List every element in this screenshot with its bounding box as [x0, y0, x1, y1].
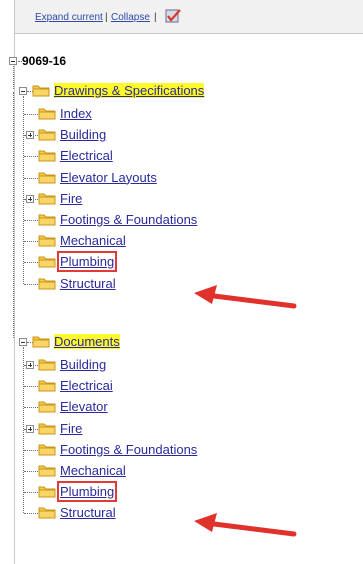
folder-icon — [38, 193, 56, 205]
folder-icon — [32, 85, 50, 97]
tree-item-label[interactable]: Plumbing — [56, 251, 118, 273]
tree-connector — [24, 283, 38, 286]
tree-item-label[interactable]: Fire — [60, 421, 82, 436]
tree-connector — [24, 114, 38, 116]
folder-icon — [38, 256, 56, 268]
tree-item-label[interactable]: Electricai — [60, 378, 113, 393]
tree-item-label[interactable]: Structural — [60, 276, 116, 291]
expand-toggle-icon[interactable] — [26, 361, 34, 369]
tree-connector — [24, 386, 38, 388]
folder-icon — [38, 172, 56, 184]
tree-connector — [13, 66, 15, 89]
tree-connector — [18, 61, 22, 63]
folder-icon — [38, 465, 56, 477]
folder-tree: 9069-16 Drawings & Specifications Index Bui… — [9, 0, 363, 564]
expand-toggle-icon[interactable] — [26, 131, 34, 140]
tree-item-label[interactable]: Building — [60, 127, 106, 142]
folder-icon — [38, 235, 56, 247]
tree-item-label[interactable]: Mechanical — [60, 233, 126, 248]
tree-connector — [24, 156, 38, 158]
folder-icon — [38, 278, 56, 290]
folder-icon — [38, 129, 56, 141]
tree-group-label[interactable]: Documents — [54, 334, 120, 349]
folder-icon — [38, 108, 56, 120]
tree-root-label[interactable]: 9069-16 — [22, 54, 66, 68]
folder-icon — [38, 444, 56, 456]
folder-icon — [32, 336, 50, 348]
annotation-arrow-icon — [194, 285, 297, 309]
folder-icon — [38, 507, 56, 519]
folder-icon — [38, 380, 56, 392]
tree-item-label[interactable]: Footings & Foundations — [60, 212, 197, 227]
collapse-toggle-icon[interactable] — [19, 338, 27, 346]
tree-item-label[interactable]: Building — [60, 357, 106, 372]
folder-icon — [38, 401, 56, 413]
tree-item-label[interactable]: Elevator — [60, 399, 108, 414]
tree-item-label[interactable]: Footings & Foundations — [60, 442, 197, 457]
tree-panel: Expand current | Collapse | 9069-16 Drawi… — [9, 0, 363, 564]
tree-connector — [24, 262, 38, 264]
tree-connector — [24, 407, 38, 409]
tree-item-label[interactable]: Mechanical — [60, 463, 126, 478]
tree-item-label[interactable]: Structural — [60, 505, 116, 520]
gutter-marker: : — [12, 225, 15, 234]
collapse-toggle-icon[interactable] — [9, 57, 17, 65]
tree-group-label[interactable]: Drawings & Specifications — [54, 83, 205, 98]
tree-item-label[interactable]: Plumbing — [56, 481, 118, 503]
tree-connector — [24, 471, 38, 473]
collapse-toggle-icon[interactable] — [19, 87, 27, 95]
tree-connector — [13, 92, 15, 338]
tree-connector — [24, 492, 38, 494]
tree-connector — [23, 96, 25, 284]
tree-item-label[interactable]: Elevator Layouts — [60, 170, 157, 185]
tree-connector — [24, 449, 38, 452]
folder-icon — [38, 486, 56, 498]
folder-icon — [38, 150, 56, 162]
tree-connector — [24, 220, 38, 222]
expand-toggle-icon[interactable] — [26, 424, 34, 433]
folder-icon — [38, 359, 56, 371]
tree-item-label[interactable]: Electrical — [60, 148, 113, 163]
tree-connector — [24, 241, 38, 243]
tree-connector — [24, 513, 38, 515]
folder-icon — [38, 423, 56, 435]
tree-item-label[interactable]: Fire — [60, 191, 82, 206]
tree-item-label[interactable]: Index — [60, 106, 92, 121]
folder-icon — [38, 214, 56, 226]
expand-toggle-icon[interactable] — [26, 194, 34, 203]
tree-connector — [24, 177, 38, 180]
annotation-arrow-icon — [194, 513, 297, 537]
